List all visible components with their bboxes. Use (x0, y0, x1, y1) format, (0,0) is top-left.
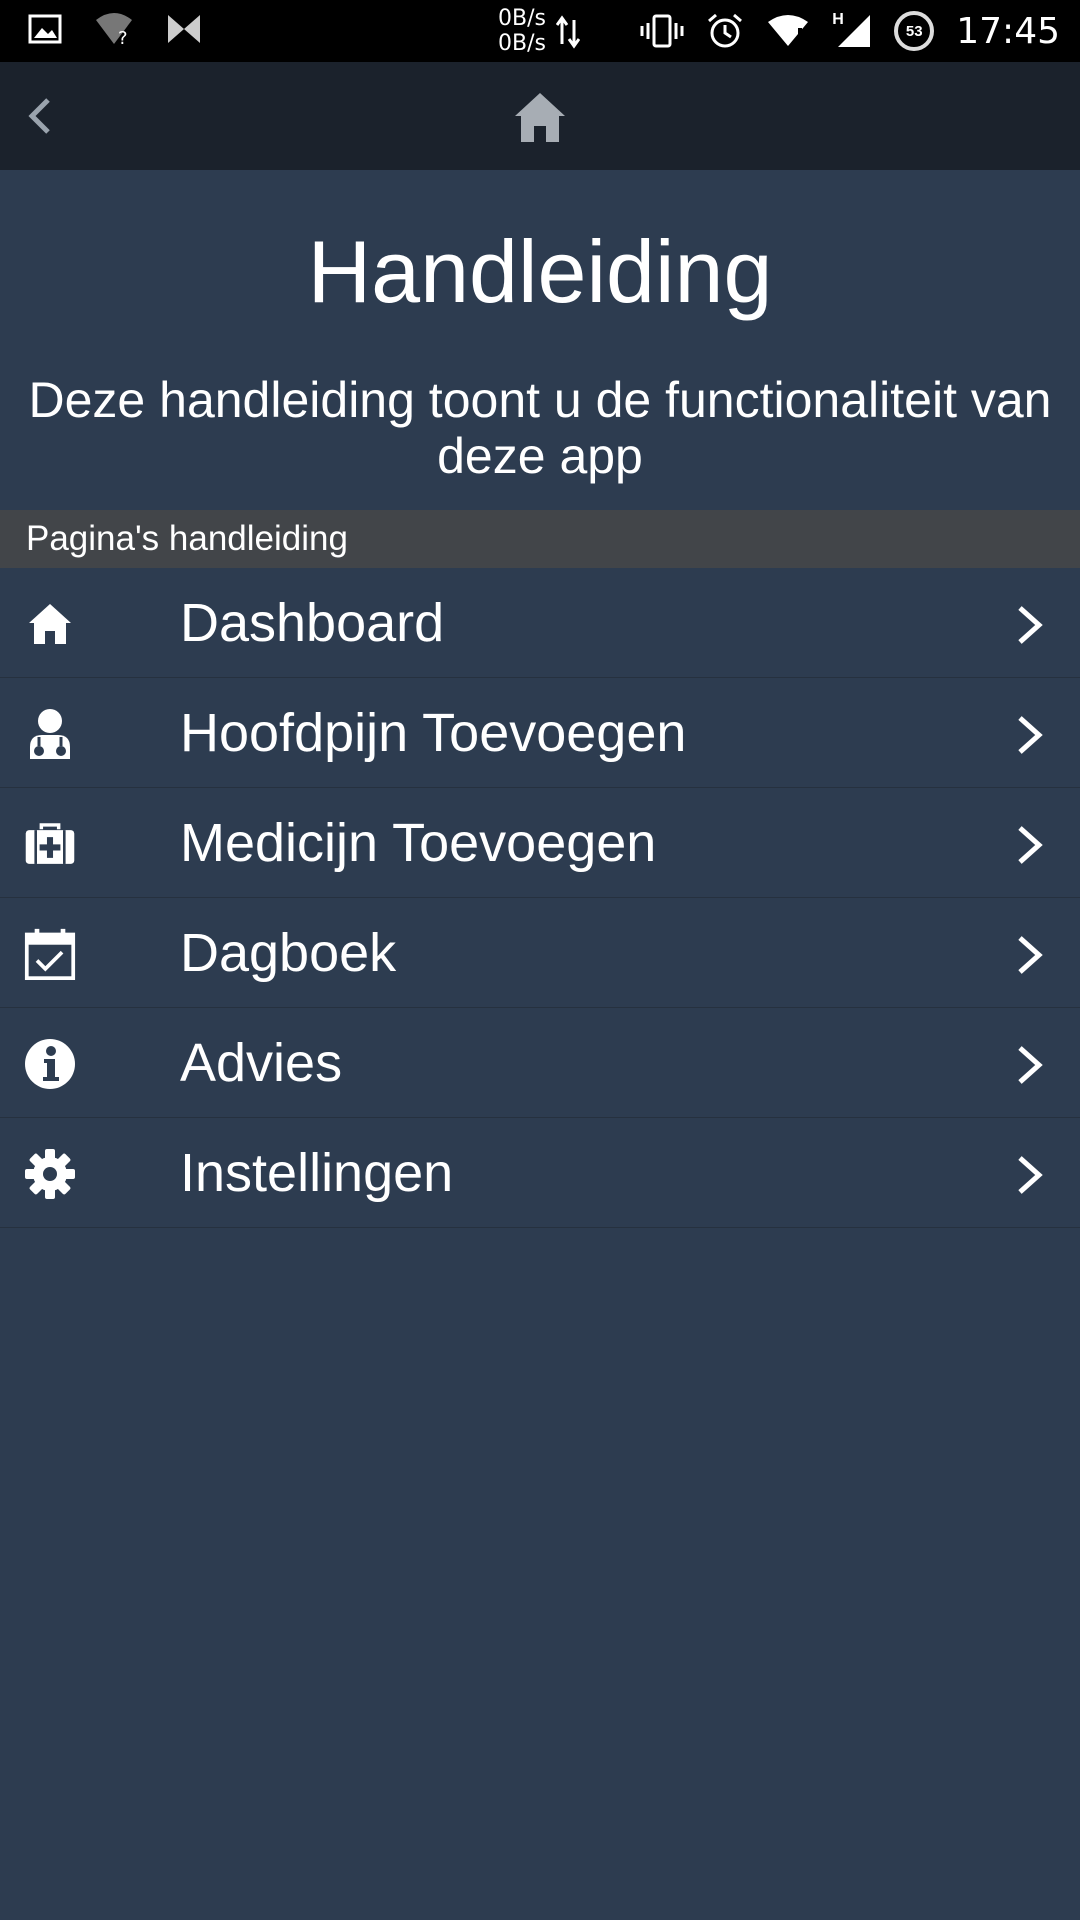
user-doctor-icon (24, 706, 76, 762)
home-icon (24, 596, 76, 652)
menu-item-instellingen[interactable]: Instellingen (0, 1118, 1080, 1228)
menu-item-label: Advies (180, 1033, 343, 1093)
section-header: Pagina's handleiding (0, 510, 1080, 568)
wifi-alert-icon (768, 15, 809, 46)
page-subtitle: Deze handleiding toont u de functionalit… (28, 372, 1052, 484)
manual-pages-list: Dashboard Hoofdpijn Toevoegen Medicijn T… (0, 568, 1080, 1228)
cell-signal-indicator: H (832, 11, 872, 49)
chevron-right-icon (1018, 936, 1043, 974)
menu-item-label: Dashboard (180, 593, 445, 653)
status-bar: ? 0B/s 0B/s H 53 17:45 (0, 0, 1080, 62)
menu-item-dashboard[interactable]: Dashboard (0, 568, 1080, 678)
net-up-text: 0B/s (498, 6, 546, 31)
gear-icon (24, 1146, 76, 1202)
cell-signal-icon (838, 15, 871, 47)
chevron-right-icon (1018, 826, 1043, 864)
battery-icon: 53 (894, 11, 935, 51)
network-speed: 0B/s 0B/s (498, 6, 546, 56)
chevron-right-icon (1018, 716, 1043, 754)
image-icon (28, 14, 62, 44)
chevron-left-icon[interactable] (18, 92, 66, 140)
menu-item-hoofdpijn-toevoegen[interactable]: Hoofdpijn Toevoegen (0, 678, 1080, 788)
clock-text: 17:45 (956, 10, 1060, 52)
status-bar-notifications: ? (28, 12, 202, 46)
menu-item-dagboek[interactable]: Dagboek (0, 898, 1080, 1008)
menu-item-label: Hoofdpijn Toevoegen (180, 703, 687, 763)
menu-item-label: Medicijn Toevoegen (180, 813, 657, 873)
menu-item-medicijn-toevoegen[interactable]: Medicijn Toevoegen (0, 788, 1080, 898)
menu-item-advies[interactable]: Advies (0, 1008, 1080, 1118)
svg-text:?: ? (118, 28, 128, 46)
data-transfer-icon (556, 15, 580, 49)
app-notification-icon (168, 15, 200, 43)
menu-item-label: Instellingen (180, 1143, 454, 1203)
menu-item-label: Dagboek (180, 923, 397, 983)
alarm-icon (708, 13, 743, 48)
vibrate-icon (640, 14, 684, 48)
wifi-unknown-icon: ? (96, 13, 132, 46)
chevron-right-icon (1018, 1046, 1043, 1084)
medkit-icon (24, 816, 76, 872)
info-icon (24, 1036, 76, 1092)
home-icon[interactable] (512, 90, 568, 144)
status-bar-system: H 53 17:45 (640, 0, 1060, 62)
chevron-right-icon (1018, 1156, 1043, 1194)
chevron-right-icon (1018, 606, 1043, 644)
calendar-check-icon (24, 926, 76, 982)
net-down-text: 0B/s (498, 31, 546, 56)
battery-level-text: 53 (905, 22, 923, 40)
app-bar (0, 62, 1080, 170)
page-title: Handleiding (307, 222, 773, 321)
